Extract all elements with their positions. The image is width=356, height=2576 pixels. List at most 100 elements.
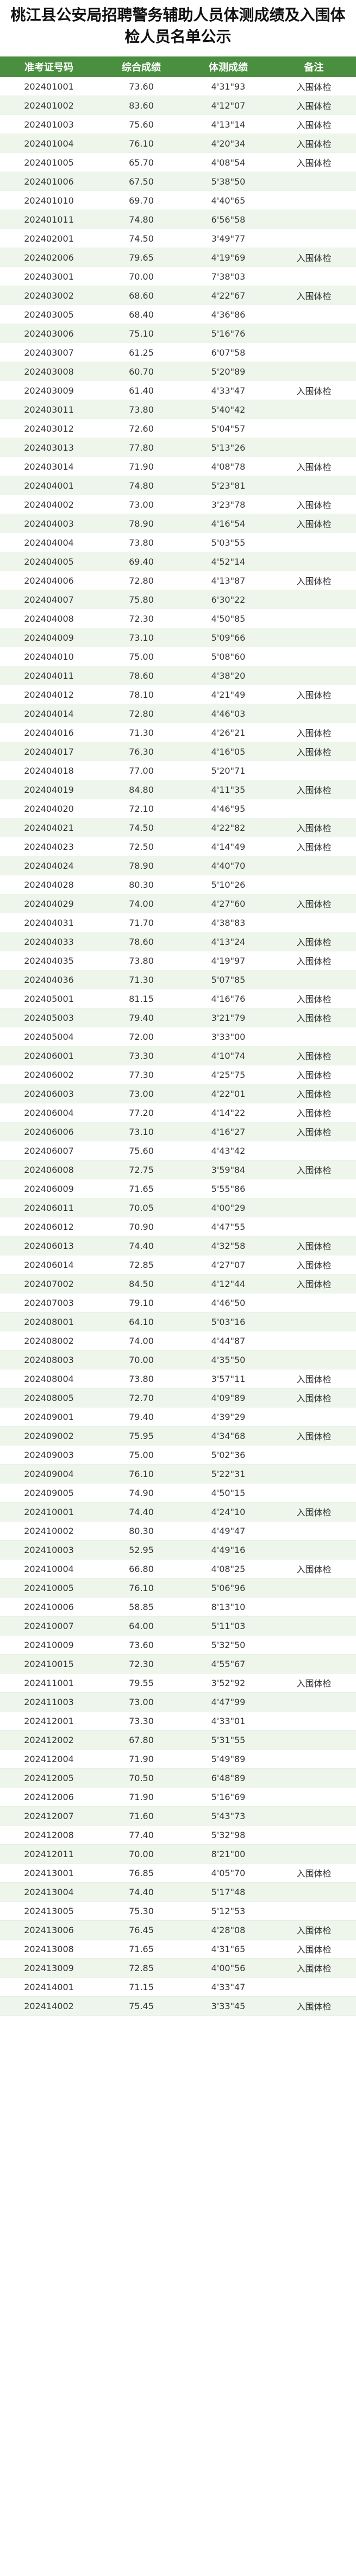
cell-overall-score: 75.60 <box>98 115 185 134</box>
cell-remark: 入围体检 <box>272 381 356 400</box>
cell-overall-score: 71.65 <box>98 1939 185 1959</box>
cell-fitness-score: 5'13"26 <box>185 438 272 457</box>
cell-overall-score: 72.80 <box>98 571 185 590</box>
table-row: 202401001 73.60 4'31"93 入围体检 <box>0 77 356 96</box>
cell-exam-number: 202402006 <box>0 248 98 267</box>
cell-remark: 入围体检 <box>272 1388 356 1407</box>
cell-overall-score: 72.50 <box>98 837 185 856</box>
cell-remark <box>272 1825 356 1845</box>
cell-overall-score: 71.65 <box>98 1179 185 1198</box>
cell-overall-score: 66.80 <box>98 1559 185 1579</box>
cell-exam-number: 202404023 <box>0 837 98 856</box>
cell-exam-number: 202406014 <box>0 1255 98 1274</box>
cell-overall-score: 76.30 <box>98 742 185 761</box>
table-row: 202404020 72.10 4'46"95 <box>0 799 356 818</box>
cell-overall-score: 79.65 <box>98 248 185 267</box>
cell-exam-number: 202409005 <box>0 1483 98 1502</box>
cell-fitness-score: 5'32"50 <box>185 1635 272 1655</box>
cell-fitness-score: 5'04"57 <box>185 419 272 438</box>
cell-overall-score: 71.30 <box>98 723 185 742</box>
cell-overall-score: 72.75 <box>98 1160 185 1179</box>
cell-exam-number: 202404010 <box>0 647 98 666</box>
cell-remark <box>272 552 356 571</box>
table-row: 202414001 71.15 4'33"47 <box>0 1977 356 1997</box>
cell-remark <box>272 1977 356 1997</box>
cell-remark <box>272 856 356 875</box>
table-row: 202404029 74.00 4'27"60 入围体检 <box>0 894 356 913</box>
cell-remark <box>272 1407 356 1426</box>
table-header: 准考证号码 综合成绩 体测成绩 备注 <box>0 56 356 77</box>
cell-remark: 入围体检 <box>272 134 356 153</box>
cell-exam-number: 202412011 <box>0 1844 98 1864</box>
cell-fitness-score: 4'27"07 <box>185 1255 272 1274</box>
cell-remark: 入围体检 <box>272 1920 356 1940</box>
cell-fitness-score: 5'49"89 <box>185 1749 272 1769</box>
cell-exam-number: 202404012 <box>0 685 98 704</box>
cell-exam-number: 202413009 <box>0 1958 98 1978</box>
table-row: 202403005 68.40 4'36"86 <box>0 305 356 324</box>
table-row: 202404004 73.80 5'03"55 <box>0 533 356 552</box>
table-row: 202406001 73.30 4'10"74 入围体检 <box>0 1046 356 1065</box>
cell-fitness-score: 4'24"10 <box>185 1502 272 1521</box>
cell-fitness-score: 5'06"96 <box>185 1578 272 1598</box>
table-row: 202404024 78.90 4'40"70 <box>0 856 356 875</box>
cell-exam-number: 202404020 <box>0 799 98 818</box>
cell-overall-score: 79.10 <box>98 1293 185 1312</box>
cell-fitness-score: 8'21"00 <box>185 1844 272 1864</box>
cell-overall-score: 80.30 <box>98 1521 185 1540</box>
cell-fitness-score: 5'22"31 <box>185 1464 272 1483</box>
cell-remark <box>272 1179 356 1198</box>
cell-remark: 入围体检 <box>272 742 356 761</box>
cell-overall-score: 73.10 <box>98 1122 185 1141</box>
cell-exam-number: 202403012 <box>0 419 98 438</box>
cell-remark <box>272 609 356 628</box>
cell-overall-score: 81.15 <box>98 989 185 1008</box>
cell-fitness-score: 4'20"34 <box>185 134 272 153</box>
cell-exam-number: 202404019 <box>0 780 98 799</box>
cell-fitness-score: 4'33"01 <box>185 1711 272 1731</box>
cell-fitness-score: 4'44"87 <box>185 1331 272 1350</box>
cell-exam-number: 202404007 <box>0 590 98 609</box>
table-row: 202406006 73.10 4'16"27 入围体检 <box>0 1122 356 1141</box>
table-row: 202406004 77.20 4'14"22 入围体检 <box>0 1103 356 1122</box>
cell-remark: 入围体检 <box>272 1274 356 1293</box>
table-row: 202403002 68.60 4'22"67 入围体检 <box>0 286 356 305</box>
table-row: 202412011 70.00 8'21"00 <box>0 1844 356 1864</box>
cell-fitness-score: 4'40"65 <box>185 191 272 210</box>
table-row: 202404023 72.50 4'14"49 入围体检 <box>0 837 356 856</box>
table-row: 202410004 66.80 4'08"25 入围体检 <box>0 1559 356 1579</box>
cell-fitness-score: 4'08"54 <box>185 153 272 172</box>
cell-remark <box>272 1901 356 1921</box>
cell-fitness-score: 4'33"47 <box>185 1977 272 1997</box>
cell-fitness-score: 6'48"89 <box>185 1768 272 1788</box>
cell-fitness-score: 4'05"70 <box>185 1863 272 1883</box>
cell-fitness-score: 4'16"05 <box>185 742 272 761</box>
cell-remark: 入围体检 <box>272 1958 356 1978</box>
cell-overall-score: 73.80 <box>98 951 185 970</box>
cell-overall-score: 61.40 <box>98 381 185 400</box>
cell-fitness-score: 4'36"86 <box>185 305 272 324</box>
cell-exam-number: 202406012 <box>0 1217 98 1236</box>
cell-overall-score: 71.15 <box>98 1977 185 1997</box>
cell-remark <box>272 1711 356 1731</box>
cell-fitness-score: 4'47"55 <box>185 1217 272 1236</box>
cell-remark <box>272 761 356 780</box>
cell-fitness-score: 6'07"58 <box>185 343 272 362</box>
table-row: 202404028 80.30 5'10"26 <box>0 875 356 894</box>
cell-fitness-score: 3'59"84 <box>185 1160 272 1179</box>
table-row: 202404009 73.10 5'09"66 <box>0 628 356 647</box>
cell-fitness-score: 3'33"00 <box>185 1027 272 1046</box>
cell-remark <box>272 799 356 818</box>
cell-overall-score: 79.55 <box>98 1673 185 1693</box>
table-row: 202409002 75.95 4'34"68 入围体检 <box>0 1426 356 1445</box>
table-row: 202404035 73.80 4'19"97 入围体检 <box>0 951 356 970</box>
cell-remark: 入围体检 <box>272 1502 356 1521</box>
cell-overall-score: 76.10 <box>98 1464 185 1483</box>
cell-exam-number: 202401004 <box>0 134 98 153</box>
cell-overall-score: 70.05 <box>98 1198 185 1217</box>
table-row: 202401006 67.50 5'38"50 <box>0 172 356 191</box>
cell-overall-score: 73.00 <box>98 1692 185 1712</box>
cell-remark: 入围体检 <box>272 457 356 476</box>
cell-overall-score: 58.85 <box>98 1597 185 1617</box>
table-row: 202410003 52.95 4'49"16 <box>0 1540 356 1560</box>
